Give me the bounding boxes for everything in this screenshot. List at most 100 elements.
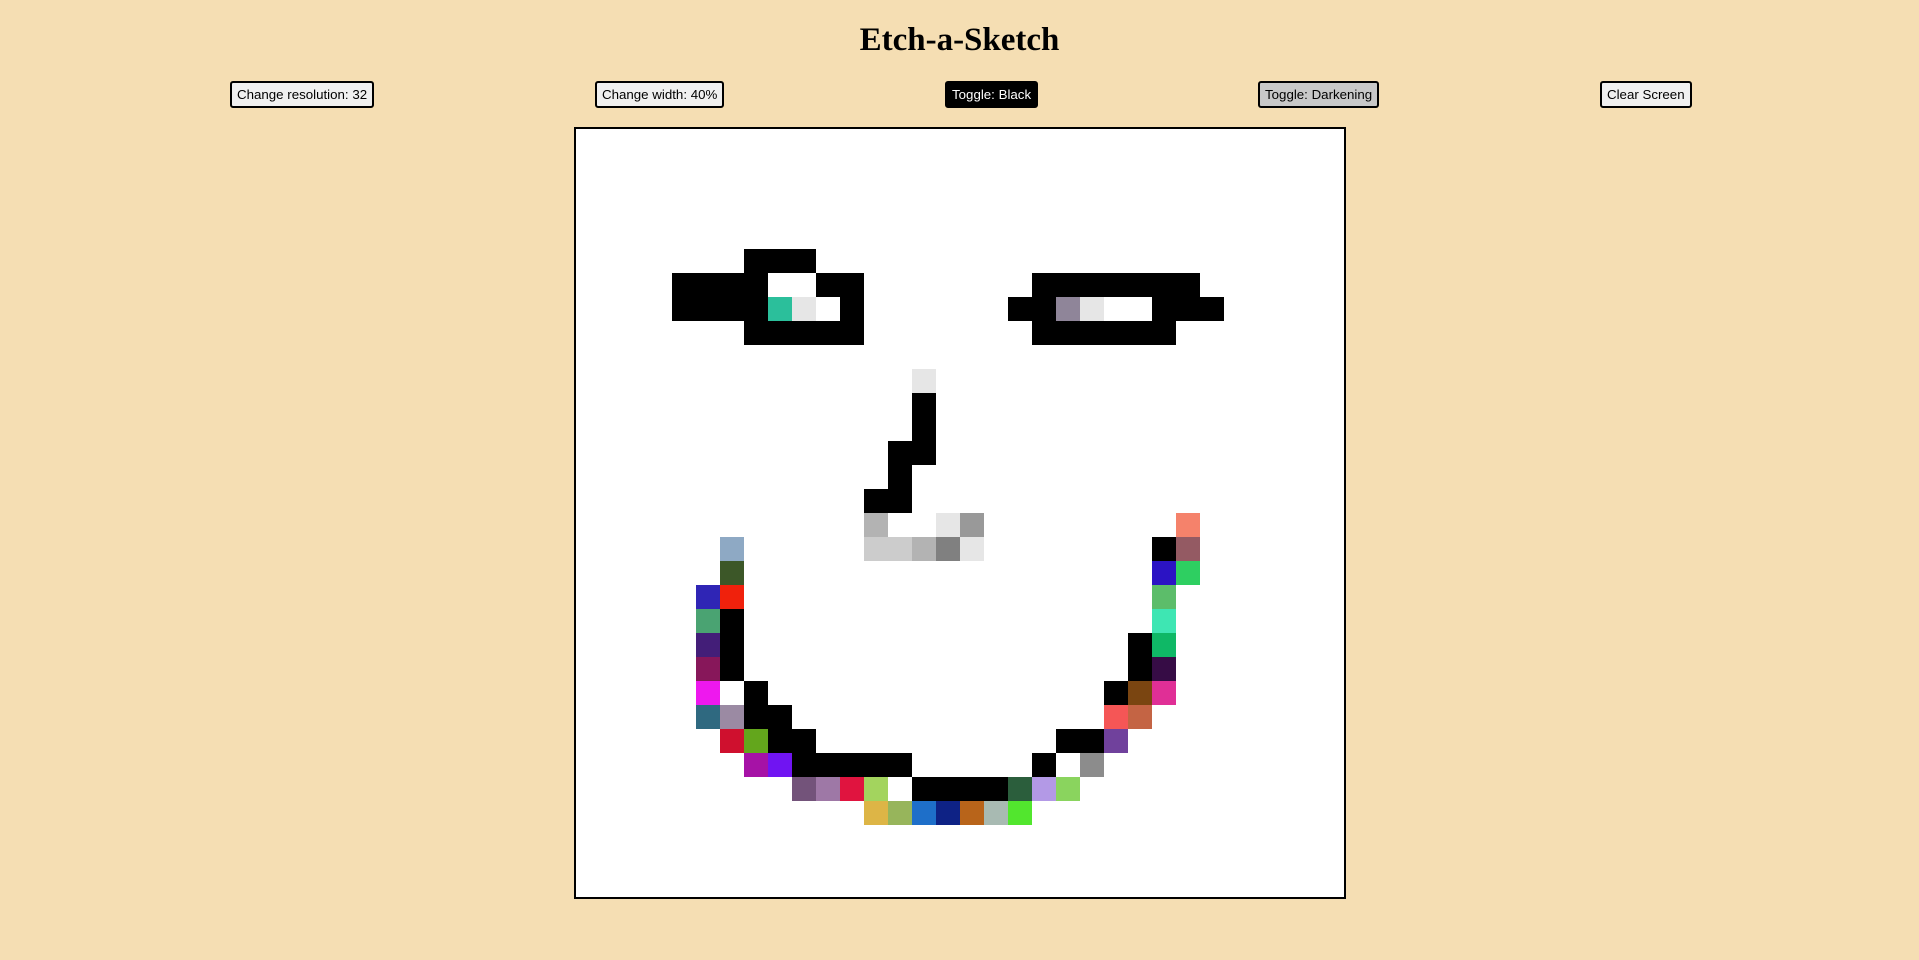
grid-cell[interactable]	[600, 225, 624, 249]
grid-cell[interactable]	[1272, 321, 1296, 345]
grid-cell[interactable]	[1320, 633, 1344, 657]
grid-cell[interactable]	[1008, 249, 1032, 273]
grid-cell[interactable]	[1320, 465, 1344, 489]
grid-cell[interactable]	[864, 273, 888, 297]
grid-cell[interactable]	[600, 201, 624, 225]
grid-cell[interactable]	[912, 753, 936, 777]
grid-cell[interactable]	[720, 873, 744, 897]
grid-cell[interactable]	[1224, 369, 1248, 393]
grid-cell[interactable]	[1008, 345, 1032, 369]
grid-cell[interactable]	[648, 537, 672, 561]
grid-cell[interactable]	[960, 777, 984, 801]
grid-cell[interactable]	[984, 801, 1008, 825]
grid-cell[interactable]	[840, 297, 864, 321]
grid-cell[interactable]	[1032, 537, 1056, 561]
grid-cell[interactable]	[960, 297, 984, 321]
grid-cell[interactable]	[960, 849, 984, 873]
grid-cell[interactable]	[912, 849, 936, 873]
grid-cell[interactable]	[1200, 657, 1224, 681]
grid-cell[interactable]	[648, 849, 672, 873]
grid-cell[interactable]	[840, 273, 864, 297]
grid-cell[interactable]	[600, 633, 624, 657]
grid-cell[interactable]	[1176, 753, 1200, 777]
grid-cell[interactable]	[696, 441, 720, 465]
grid-cell[interactable]	[984, 441, 1008, 465]
grid-cell[interactable]	[1320, 705, 1344, 729]
grid-cell[interactable]	[672, 801, 696, 825]
grid-cell[interactable]	[648, 249, 672, 273]
grid-cell[interactable]	[1224, 705, 1248, 729]
grid-cell[interactable]	[816, 585, 840, 609]
grid-cell[interactable]	[744, 441, 768, 465]
grid-cell[interactable]	[1296, 873, 1320, 897]
grid-cell[interactable]	[792, 609, 816, 633]
grid-cell[interactable]	[1248, 657, 1272, 681]
grid-cell[interactable]	[1320, 777, 1344, 801]
grid-cell[interactable]	[816, 777, 840, 801]
grid-cell[interactable]	[792, 489, 816, 513]
grid-cell[interactable]	[1296, 825, 1320, 849]
grid-cell[interactable]	[648, 729, 672, 753]
grid-cell[interactable]	[720, 369, 744, 393]
grid-cell[interactable]	[792, 345, 816, 369]
grid-cell[interactable]	[744, 153, 768, 177]
grid-cell[interactable]	[624, 681, 648, 705]
grid-cell[interactable]	[1320, 153, 1344, 177]
grid-cell[interactable]	[888, 369, 912, 393]
grid-cell[interactable]	[1008, 561, 1032, 585]
grid-cell[interactable]	[912, 465, 936, 489]
grid-cell[interactable]	[1200, 369, 1224, 393]
grid-cell[interactable]	[1296, 489, 1320, 513]
grid-cell[interactable]	[984, 393, 1008, 417]
grid-cell[interactable]	[1248, 177, 1272, 201]
grid-cell[interactable]	[864, 393, 888, 417]
grid-cell[interactable]	[672, 297, 696, 321]
grid-cell[interactable]	[864, 321, 888, 345]
grid-cell[interactable]	[984, 873, 1008, 897]
grid-cell[interactable]	[1224, 345, 1248, 369]
grid-cell[interactable]	[672, 153, 696, 177]
grid-cell[interactable]	[840, 705, 864, 729]
grid-cell[interactable]	[1224, 297, 1248, 321]
grid-cell[interactable]	[696, 777, 720, 801]
grid-cell[interactable]	[1080, 561, 1104, 585]
grid-cell[interactable]	[1248, 441, 1272, 465]
grid-cell[interactable]	[960, 825, 984, 849]
grid-cell[interactable]	[1128, 297, 1152, 321]
grid-cell[interactable]	[720, 321, 744, 345]
grid-cell[interactable]	[696, 825, 720, 849]
grid-cell[interactable]	[1032, 393, 1056, 417]
grid-cell[interactable]	[744, 417, 768, 441]
grid-cell[interactable]	[600, 753, 624, 777]
grid-cell[interactable]	[1056, 441, 1080, 465]
grid-cell[interactable]	[1296, 345, 1320, 369]
grid-cell[interactable]	[624, 441, 648, 465]
grid-cell[interactable]	[1152, 129, 1176, 153]
grid-cell[interactable]	[1320, 825, 1344, 849]
grid-cell[interactable]	[1296, 273, 1320, 297]
grid-cell[interactable]	[1224, 249, 1248, 273]
grid-cell[interactable]	[1272, 297, 1296, 321]
grid-cell[interactable]	[864, 129, 888, 153]
grid-cell[interactable]	[1128, 633, 1152, 657]
grid-cell[interactable]	[1128, 753, 1152, 777]
grid-cell[interactable]	[1296, 513, 1320, 537]
grid-cell[interactable]	[936, 489, 960, 513]
grid-cell[interactable]	[936, 729, 960, 753]
grid-cell[interactable]	[960, 873, 984, 897]
grid-cell[interactable]	[816, 633, 840, 657]
grid-cell[interactable]	[744, 633, 768, 657]
grid-cell[interactable]	[984, 369, 1008, 393]
grid-cell[interactable]	[864, 657, 888, 681]
grid-cell[interactable]	[744, 297, 768, 321]
grid-cell[interactable]	[1152, 777, 1176, 801]
grid-cell[interactable]	[1200, 417, 1224, 441]
grid-cell[interactable]	[672, 537, 696, 561]
grid-cell[interactable]	[912, 777, 936, 801]
grid-cell[interactable]	[1008, 489, 1032, 513]
grid-cell[interactable]	[816, 513, 840, 537]
grid-cell[interactable]	[1128, 585, 1152, 609]
grid-cell[interactable]	[984, 417, 1008, 441]
grid-cell[interactable]	[840, 777, 864, 801]
grid-cell[interactable]	[1080, 249, 1104, 273]
